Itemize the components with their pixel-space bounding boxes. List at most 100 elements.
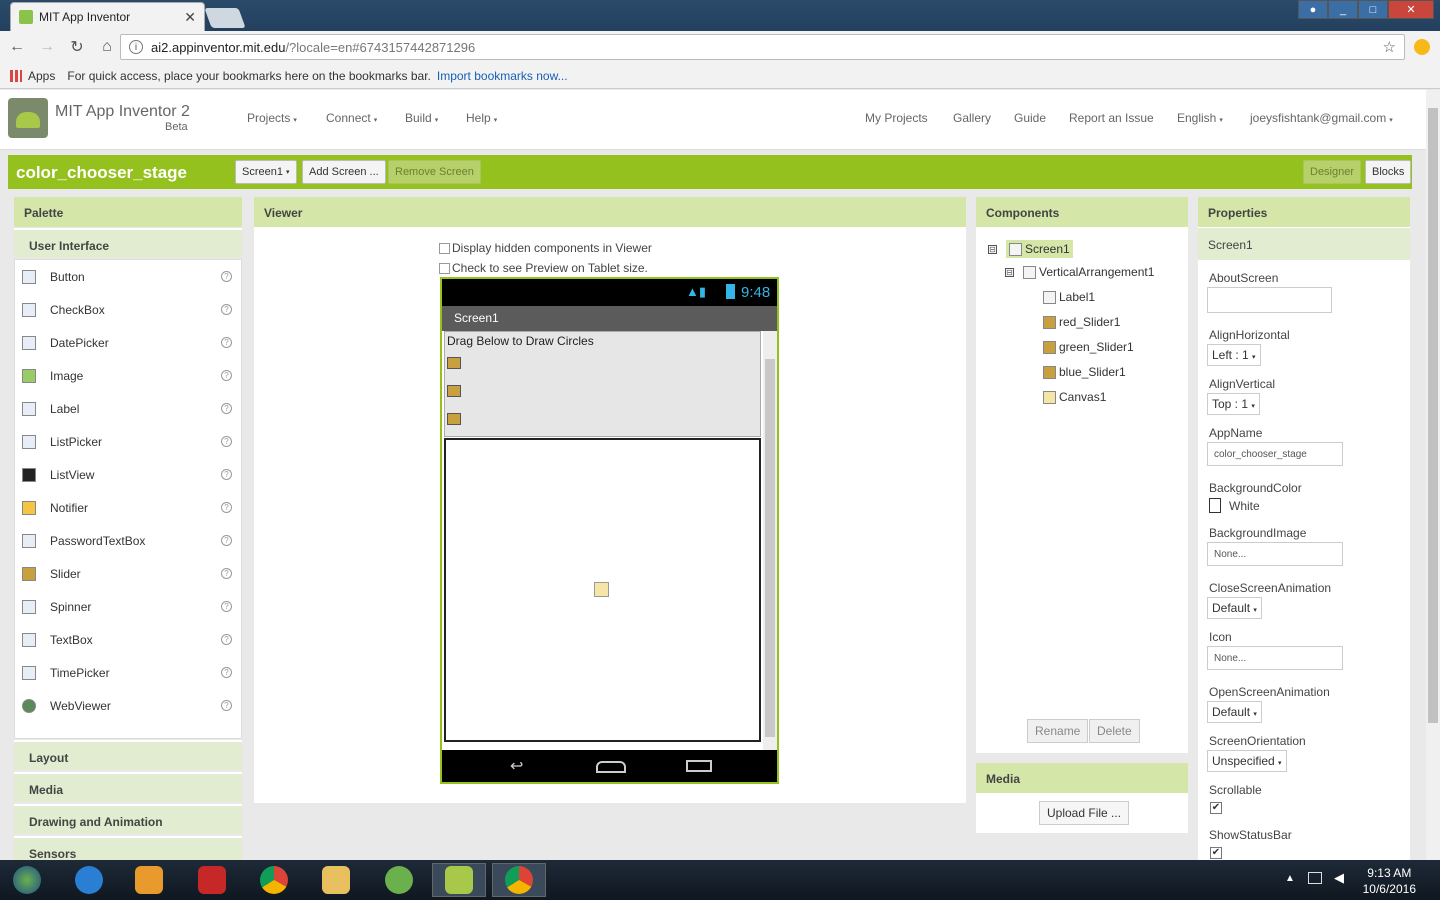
apps-grid-icon[interactable]: [10, 69, 22, 82]
palette-item-listpicker[interactable]: ListPicker?: [16, 425, 242, 458]
palette-item-datepicker[interactable]: DatePicker?: [16, 326, 242, 359]
rename-button[interactable]: Rename: [1027, 719, 1089, 743]
align-vertical-dropdown[interactable]: Top : 1 ▾: [1207, 393, 1260, 415]
tree-item-verticalarrangement1[interactable]: ⊟ VerticalArrangement1: [1005, 265, 1154, 279]
screen-select-button[interactable]: Screen1 ▾: [235, 160, 297, 184]
apps-link[interactable]: Apps: [28, 69, 55, 83]
menu-connect[interactable]: Connect ▾: [326, 111, 377, 125]
show-status-bar-checkbox[interactable]: ✔: [1210, 847, 1222, 859]
taskbar-app-inventor[interactable]: [432, 863, 486, 897]
palette-item-listview[interactable]: ListView?: [16, 458, 242, 491]
back-icon[interactable]: ←: [8, 38, 26, 56]
palette-item-timepicker[interactable]: TimePicker?: [16, 656, 242, 689]
slider-icon[interactable]: [447, 385, 461, 397]
palette-item-passwordtextbox[interactable]: PasswordTextBox?: [16, 524, 242, 557]
palette-item-checkbox[interactable]: CheckBox?: [16, 293, 242, 326]
tree-item-green-slider1[interactable]: green_Slider1: [1043, 340, 1134, 354]
app-inventor-logo-icon[interactable]: [8, 98, 48, 138]
menu-projects[interactable]: Projects ▾: [247, 111, 297, 125]
help-icon[interactable]: ?: [221, 634, 232, 645]
blocks-button[interactable]: Blocks: [1365, 160, 1412, 184]
taskbar-explorer[interactable]: [309, 863, 363, 897]
screen-scrollbar[interactable]: [763, 331, 777, 750]
info-icon[interactable]: i: [129, 40, 143, 54]
checkbox-box[interactable]: [439, 262, 450, 274]
user-icon[interactable]: ●: [1298, 0, 1328, 19]
extension-icon[interactable]: [1414, 39, 1430, 55]
browser-tab[interactable]: MIT App Inventor ✕: [10, 2, 205, 31]
screen-body[interactable]: Drag Below to Draw Circles: [442, 331, 777, 750]
taskbar-chrome-active[interactable]: [492, 863, 546, 897]
palette-item-textbox[interactable]: TextBox?: [16, 623, 242, 656]
open-screen-animation-dropdown[interactable]: Default ▾: [1207, 701, 1262, 723]
palette-category-layout[interactable]: Layout: [14, 740, 242, 770]
designer-button[interactable]: Designer: [1303, 160, 1362, 184]
url-input[interactable]: i ai2.appinventor.mit.edu/?locale=en#674…: [120, 34, 1405, 60]
help-icon[interactable]: ?: [221, 568, 232, 579]
account-menu[interactable]: joeysfishtank@gmail.com ▾: [1250, 111, 1393, 125]
tablet-preview-checkbox[interactable]: Check to see Preview on Tablet size.: [439, 261, 648, 275]
start-button[interactable]: [0, 863, 54, 897]
taskbar-media[interactable]: [122, 863, 176, 897]
network-icon[interactable]: [1308, 872, 1322, 884]
remove-screen-button[interactable]: Remove Screen: [388, 160, 481, 184]
close-window-icon[interactable]: ✕: [1388, 0, 1434, 19]
background-color-picker[interactable]: White: [1209, 498, 1260, 513]
palette-item-image[interactable]: Image?: [16, 359, 242, 392]
import-bookmarks-link[interactable]: Import bookmarks now...: [437, 69, 568, 83]
volume-icon[interactable]: ◀: [1334, 870, 1344, 886]
add-screen-button[interactable]: Add Screen ...: [302, 160, 386, 184]
forward-icon[interactable]: →: [38, 38, 56, 56]
palette-category-user-interface[interactable]: User Interface: [14, 228, 242, 258]
my-projects-link[interactable]: My Projects: [865, 111, 928, 125]
collapse-icon[interactable]: ⊟: [988, 244, 997, 254]
palette-item-slider[interactable]: Slider?: [16, 557, 242, 590]
slider-icon[interactable]: [447, 413, 461, 425]
home-icon[interactable]: ⌂: [98, 38, 116, 56]
background-image-input[interactable]: None...: [1207, 542, 1343, 566]
app-title[interactable]: MIT App Inventor 2: [55, 103, 190, 121]
checkbox-box[interactable]: [439, 242, 450, 254]
palette-category-drawing[interactable]: Drawing and Animation: [14, 804, 242, 834]
guide-link[interactable]: Guide: [1014, 111, 1046, 125]
report-issue-link[interactable]: Report an Issue: [1069, 111, 1154, 125]
tree-item-canvas1[interactable]: Canvas1: [1043, 390, 1106, 404]
help-icon[interactable]: ?: [221, 304, 232, 315]
help-icon[interactable]: ?: [221, 667, 232, 678]
show-hidden-checkbox[interactable]: Display hidden components in Viewer: [439, 241, 652, 255]
taskbar-app[interactable]: [372, 863, 426, 897]
help-icon[interactable]: ?: [221, 271, 232, 282]
help-icon[interactable]: ?: [221, 601, 232, 612]
help-icon[interactable]: ?: [221, 535, 232, 546]
help-icon[interactable]: ?: [221, 469, 232, 480]
minimize-icon[interactable]: _: [1328, 0, 1358, 19]
language-menu[interactable]: English ▾: [1177, 111, 1223, 125]
menu-help[interactable]: Help ▾: [466, 111, 497, 125]
tray-arrow-icon[interactable]: ▲: [1285, 873, 1295, 884]
align-horizontal-dropdown[interactable]: Left : 1 ▾: [1207, 344, 1261, 366]
tree-item-label1[interactable]: Label1: [1043, 290, 1095, 304]
help-icon[interactable]: ?: [221, 700, 232, 711]
label-component[interactable]: Drag Below to Draw Circles: [447, 334, 594, 348]
scrollable-checkbox[interactable]: ✔: [1210, 802, 1222, 814]
scrollbar-thumb[interactable]: [765, 359, 775, 737]
help-icon[interactable]: ?: [221, 370, 232, 381]
close-screen-animation-dropdown[interactable]: Default ▾: [1207, 597, 1262, 619]
reload-icon[interactable]: ↻: [68, 37, 86, 57]
taskbar-ie[interactable]: [62, 863, 116, 897]
screen-orientation-dropdown[interactable]: Unspecified ▾: [1207, 750, 1287, 772]
vertical-arrangement[interactable]: Drag Below to Draw Circles: [444, 331, 761, 437]
icon-input[interactable]: None...: [1207, 646, 1343, 670]
app-name-input[interactable]: color_chooser_stage: [1207, 442, 1343, 466]
palette-item-label[interactable]: Label?: [16, 392, 242, 425]
taskbar-clock[interactable]: 9:13 AM 10/6/2016: [1363, 865, 1416, 897]
help-icon[interactable]: ?: [221, 502, 232, 513]
palette-item-webviewer[interactable]: WebViewer?: [16, 689, 242, 722]
maximize-icon[interactable]: □: [1358, 0, 1388, 19]
palette-item-spinner[interactable]: Spinner?: [16, 590, 242, 623]
help-icon[interactable]: ?: [221, 436, 232, 447]
delete-button[interactable]: Delete: [1089, 719, 1140, 743]
help-icon[interactable]: ?: [221, 403, 232, 414]
about-screen-textarea[interactable]: [1207, 287, 1332, 313]
gallery-link[interactable]: Gallery: [953, 111, 991, 125]
